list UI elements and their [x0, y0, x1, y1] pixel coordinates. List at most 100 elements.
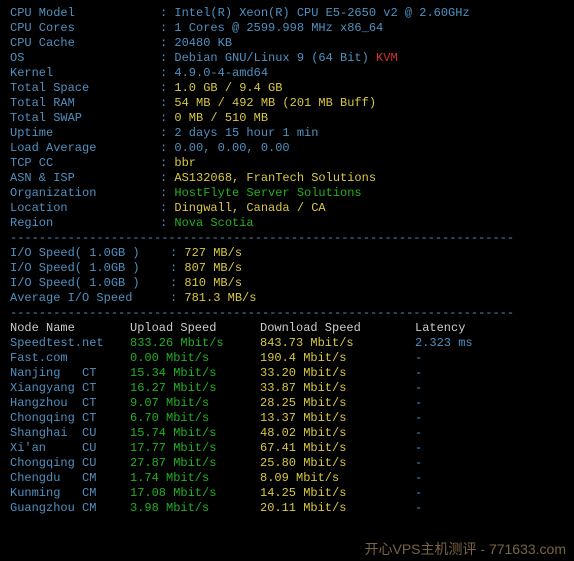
latency: -	[415, 501, 422, 516]
download-speed: 33.87 Mbit/s	[260, 381, 415, 396]
sys-label: Organization	[10, 186, 160, 201]
speed-header: Node NameUpload SpeedDownload SpeedLaten…	[10, 321, 564, 336]
watermark: 开心VPS主机测评 - 771633.com	[364, 542, 566, 557]
io-value: 781.3 MB/s	[184, 291, 256, 305]
io-row: I/O Speed( 1.0GB ) : 807 MB/s	[10, 261, 564, 276]
sys-label: CPU Cache	[10, 36, 160, 51]
speed-row: Fast.com0.00 Mbit/s190.4 Mbit/s-	[10, 351, 564, 366]
upload-speed: 9.07 Mbit/s	[130, 396, 260, 411]
io-label: I/O Speed( 1.0GB )	[10, 246, 170, 261]
download-speed: 25.80 Mbit/s	[260, 456, 415, 471]
sys-value: 54 MB / 492 MB (201 MB Buff)	[174, 96, 376, 110]
divider: ----------------------------------------…	[10, 306, 564, 321]
download-speed: 67.41 Mbit/s	[260, 441, 415, 456]
speed-row: Guangzhou CM3.98 Mbit/s20.11 Mbit/s-	[10, 501, 564, 516]
upload-speed: 15.74 Mbit/s	[130, 426, 260, 441]
sys-row: Region : Nova Scotia	[10, 216, 564, 231]
io-row: I/O Speed( 1.0GB ) : 810 MB/s	[10, 276, 564, 291]
download-speed: 190.4 Mbit/s	[260, 351, 415, 366]
io-value: 727 MB/s	[184, 246, 242, 260]
sys-row: Total RAM : 54 MB / 492 MB (201 MB Buff)	[10, 96, 564, 111]
speed-row: Chongqing CU27.87 Mbit/s25.80 Mbit/s-	[10, 456, 564, 471]
sys-label: Location	[10, 201, 160, 216]
sys-value: 0.00, 0.00, 0.00	[174, 141, 289, 155]
sys-value: bbr	[174, 156, 196, 170]
terminal-output: CPU Model : Intel(R) Xeon(R) CPU E5-2650…	[10, 6, 564, 516]
speed-row: Kunming CM17.08 Mbit/s14.25 Mbit/s-	[10, 486, 564, 501]
speed-row: Hangzhou CT9.07 Mbit/s28.25 Mbit/s-	[10, 396, 564, 411]
upload-speed: 833.26 Mbit/s	[130, 336, 260, 351]
speed-row: Speedtest.net833.26 Mbit/s843.73 Mbit/s2…	[10, 336, 564, 351]
latency: -	[415, 486, 422, 501]
download-speed: 14.25 Mbit/s	[260, 486, 415, 501]
node-name: Chengdu CM	[10, 471, 130, 486]
sys-row: ASN & ISP : AS132068, FranTech Solutions	[10, 171, 564, 186]
sys-label: CPU Cores	[10, 21, 160, 36]
node-name: Kunming CM	[10, 486, 130, 501]
sys-label: Total Space	[10, 81, 160, 96]
sys-label: Kernel	[10, 66, 160, 81]
upload-speed: 3.98 Mbit/s	[130, 501, 260, 516]
sys-label: Uptime	[10, 126, 160, 141]
latency: -	[415, 381, 422, 396]
sys-label: Total RAM	[10, 96, 160, 111]
sys-row: Organization : HostFlyte Server Solution…	[10, 186, 564, 201]
sys-label: Total SWAP	[10, 111, 160, 126]
sys-value: 0 MB / 510 MB	[174, 111, 268, 125]
node-name: Xiangyang CT	[10, 381, 130, 396]
upload-speed: 27.87 Mbit/s	[130, 456, 260, 471]
download-speed: 28.25 Mbit/s	[260, 396, 415, 411]
sys-value: 20480 KB	[174, 36, 232, 50]
upload-speed: 1.74 Mbit/s	[130, 471, 260, 486]
upload-speed: 15.34 Mbit/s	[130, 366, 260, 381]
speed-row: Xi'an CU17.77 Mbit/s67.41 Mbit/s-	[10, 441, 564, 456]
hdr-down: Download Speed	[260, 321, 415, 336]
hdr-node: Node Name	[10, 321, 130, 336]
node-name: Hangzhou CT	[10, 396, 130, 411]
sys-row: OS : Debian GNU/Linux 9 (64 Bit) KVM	[10, 51, 564, 66]
io-label: I/O Speed( 1.0GB )	[10, 261, 170, 276]
download-speed: 8.09 Mbit/s	[260, 471, 415, 486]
speed-row: Chongqing CT6.70 Mbit/s13.37 Mbit/s-	[10, 411, 564, 426]
io-value: 810 MB/s	[184, 276, 242, 290]
sys-row: Load Average : 0.00, 0.00, 0.00	[10, 141, 564, 156]
latency: -	[415, 396, 422, 411]
sys-value: AS132068, FranTech Solutions	[174, 171, 376, 185]
sys-row: Uptime : 2 days 15 hour 1 min	[10, 126, 564, 141]
node-name: Shanghai CU	[10, 426, 130, 441]
node-name: Speedtest.net	[10, 336, 130, 351]
latency: -	[415, 366, 422, 381]
sys-value: Nova Scotia	[174, 216, 253, 230]
node-name: Nanjing CT	[10, 366, 130, 381]
io-label: Average I/O Speed	[10, 291, 170, 306]
upload-speed: 0.00 Mbit/s	[130, 351, 260, 366]
sys-label: Region	[10, 216, 160, 231]
sys-value: Debian GNU/Linux 9 (64 Bit)	[174, 51, 368, 65]
download-speed: 13.37 Mbit/s	[260, 411, 415, 426]
node-name: Fast.com	[10, 351, 130, 366]
node-name: Chongqing CU	[10, 456, 130, 471]
sys-row: TCP CC : bbr	[10, 156, 564, 171]
io-label: I/O Speed( 1.0GB )	[10, 276, 170, 291]
node-name: Chongqing CT	[10, 411, 130, 426]
sys-row: Location : Dingwall, Canada / CA	[10, 201, 564, 216]
sys-value-suffix: KVM	[369, 51, 398, 65]
speed-row: Shanghai CU15.74 Mbit/s48.02 Mbit/s-	[10, 426, 564, 441]
upload-speed: 17.77 Mbit/s	[130, 441, 260, 456]
upload-speed: 6.70 Mbit/s	[130, 411, 260, 426]
latency: 2.323 ms	[415, 336, 473, 351]
sys-row: CPU Model : Intel(R) Xeon(R) CPU E5-2650…	[10, 6, 564, 21]
io-row: I/O Speed( 1.0GB ) : 727 MB/s	[10, 246, 564, 261]
sys-label: TCP CC	[10, 156, 160, 171]
latency: -	[415, 471, 422, 486]
sys-row: Total SWAP : 0 MB / 510 MB	[10, 111, 564, 126]
speed-row: Xiangyang CT16.27 Mbit/s33.87 Mbit/s-	[10, 381, 564, 396]
sys-label: CPU Model	[10, 6, 160, 21]
sys-value: HostFlyte Server Solutions	[174, 186, 361, 200]
sys-row: Kernel : 4.9.0-4-amd64	[10, 66, 564, 81]
sys-label: ASN & ISP	[10, 171, 160, 186]
latency: -	[415, 456, 422, 471]
latency: -	[415, 441, 422, 456]
sys-value: 2 days 15 hour 1 min	[174, 126, 318, 140]
divider: ----------------------------------------…	[10, 231, 564, 246]
